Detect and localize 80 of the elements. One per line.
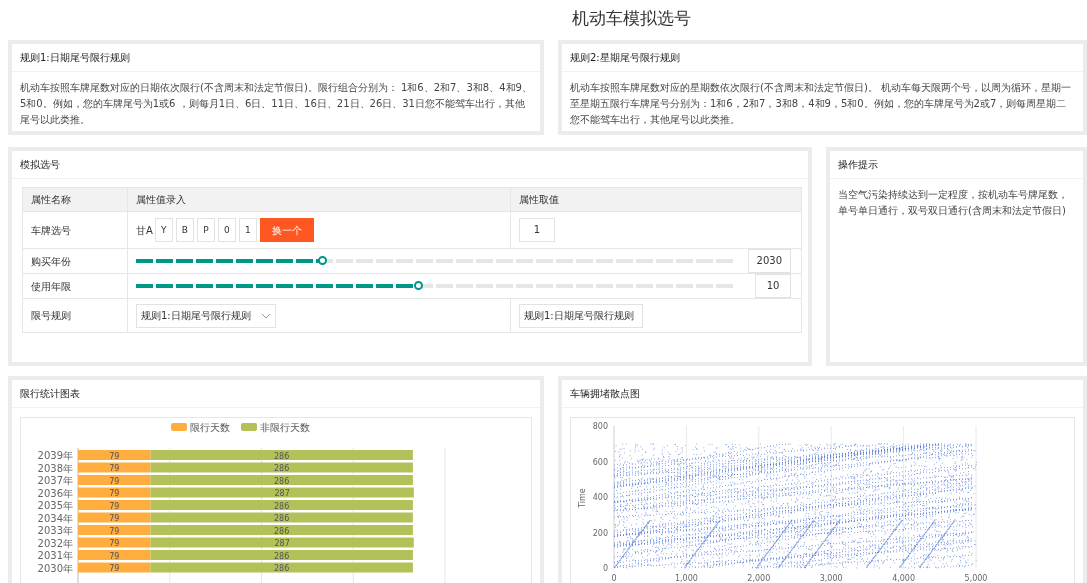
slider-thumb[interactable] xyxy=(414,281,423,290)
axis-label: 2035年 xyxy=(37,500,73,511)
page-title: 机动车模拟选号 xyxy=(570,7,692,30)
row-label: 使用年限 xyxy=(22,273,128,299)
slider-thumb[interactable] xyxy=(318,256,327,265)
tip-text: 当空气污染持续达到一定程度，按机动车号牌尾数，单号单日通行，双号双日通行(含周末和法定节假日) xyxy=(837,188,1069,218)
data-label: 79 xyxy=(109,489,120,498)
value-field[interactable]: 10 xyxy=(755,274,791,298)
value-field[interactable]: 规则1:日期尾号限行规则 xyxy=(519,303,643,328)
value-field[interactable]: 2030 xyxy=(747,249,791,273)
plate-char-field[interactable]: P xyxy=(196,218,215,242)
panel-title: 规则2:星期尾号限行规则 xyxy=(562,44,1083,72)
panel-title: 车辆拥堵散点图 xyxy=(562,380,1083,408)
axis-tick-label: 2,000 xyxy=(747,574,771,583)
panel-title: 规则1:日期尾号限行规则 xyxy=(12,44,540,72)
axis-tick-label: 1,000 xyxy=(674,574,698,583)
data-label: 286 xyxy=(274,564,290,573)
plate-char-field[interactable]: Y xyxy=(154,218,173,242)
plate-char-field[interactable]: B xyxy=(175,218,194,242)
axis-tick-label: 800 xyxy=(592,422,608,431)
data-label: 286 xyxy=(274,501,290,511)
axis-tick-label: 400 xyxy=(592,493,608,502)
data-label: 79 xyxy=(109,564,120,573)
data-label: 286 xyxy=(274,551,290,561)
axis-label: 2032年 xyxy=(37,537,73,549)
legend-item: 非限行天数 xyxy=(241,422,310,433)
data-label: 79 xyxy=(109,501,120,511)
data-label: 286 xyxy=(274,514,290,523)
panel-title: 模拟选号 xyxy=(12,151,808,179)
axis-label: 2038年 xyxy=(37,462,73,474)
axis-label: 2031年 xyxy=(37,550,73,561)
panel-title: 操作提示 xyxy=(830,151,1083,179)
data-label: 79 xyxy=(109,476,120,486)
axis-tick-label: 4,000 xyxy=(892,574,916,583)
axis-tick-label: 3,000 xyxy=(819,574,843,583)
data-label: 287 xyxy=(274,539,290,548)
data-label: 79 xyxy=(109,464,120,473)
axis-label: 2033年 xyxy=(37,525,73,536)
axis-tick-label: 600 xyxy=(592,457,608,467)
axis-label: 2034年 xyxy=(37,512,73,524)
axis-label: 2039年 xyxy=(37,450,73,461)
rule-text: 机动车按照车牌尾数对应的星期数依次限行(不含周末和法定节假日)。 机动车每天限两个号，以周为循环，星期一至星期五限行车牌尾号分别为：1和6，2和7，3和8，4和9，5和0。例如，您的车牌尾号为2或7，则每周星期二您不能驾车出行，其他尾号以此类推。 xyxy=(569,81,1072,127)
data-label: 79 xyxy=(109,451,120,461)
data-label: 79 xyxy=(109,514,120,523)
axis-tick-label: 200 xyxy=(592,528,608,538)
column-header: 属性名称 xyxy=(22,187,128,212)
data-label: 286 xyxy=(274,526,290,536)
data-label: 286 xyxy=(274,464,290,473)
row-label: 购买年份 xyxy=(22,248,128,274)
data-label: 286 xyxy=(274,451,290,461)
plate-prefix: 甘A xyxy=(136,223,153,238)
data-label: 79 xyxy=(109,551,120,561)
axis-label: 2030年 xyxy=(37,562,73,574)
slider-track[interactable] xyxy=(136,284,736,288)
legend-label: 非限行天数 xyxy=(260,422,310,433)
data-label: 79 xyxy=(109,526,120,536)
row-label: 限号规则 xyxy=(22,298,128,333)
select-value: 规则1:日期尾号限行规则 xyxy=(141,309,251,323)
legend-item: 限行天数 xyxy=(171,422,230,433)
axis-label: 2037年 xyxy=(37,475,73,486)
plate-char-field[interactable]: 1 xyxy=(238,218,257,242)
rule-select[interactable]: 规则1:日期尾号限行规则 xyxy=(136,303,276,328)
axis-label: 2036年 xyxy=(37,487,73,499)
caret-icon xyxy=(261,312,271,319)
data-label: 287 xyxy=(274,489,290,498)
legend-label: 限行天数 xyxy=(190,422,230,433)
slider-track[interactable] xyxy=(136,259,736,263)
value-field[interactable]: 1 xyxy=(519,218,555,242)
axis-tick-label: 5,000 xyxy=(964,574,988,583)
row-label: 车牌选号 xyxy=(22,211,128,249)
rule-text: 机动车按照车牌尾数对应的日期依次限行(不含周末和法定节假日)。限行组合分别为： 1和6、2和7、3和8、4和9、5和0。例如，您的车牌尾号为1或6 ，则每月1日、6日、11日、16日、21日、26日、31日您不能驾车出行，其他尾号以此类推。 xyxy=(19,81,533,127)
data-label: 79 xyxy=(109,539,120,548)
data-label: 286 xyxy=(274,476,290,486)
axis-tick-label: 0 xyxy=(602,564,608,573)
column-header: 属性取值 xyxy=(510,187,802,212)
column-header: 属性值录入 xyxy=(127,187,511,212)
axis-title: Time xyxy=(578,488,587,508)
plate-char-field[interactable]: 0 xyxy=(217,218,236,242)
panel-title: 限行统计图表 xyxy=(12,380,540,408)
axis-tick-label: 0 xyxy=(611,574,617,583)
